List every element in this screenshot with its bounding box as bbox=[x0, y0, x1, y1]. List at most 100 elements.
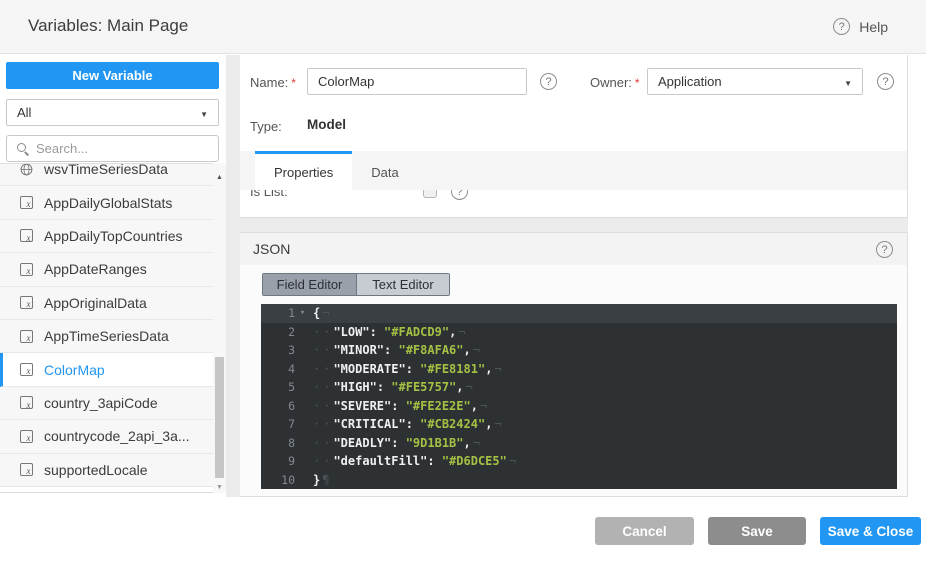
type-label: Type: bbox=[250, 119, 282, 134]
fold-gutter bbox=[295, 323, 310, 342]
sidebar-item-label: wsvTimeSeriesData bbox=[44, 163, 168, 177]
variable-icon bbox=[20, 463, 33, 476]
variable-icon bbox=[20, 196, 33, 209]
help-circle-icon bbox=[833, 18, 850, 35]
save-and-close-button[interactable]: Save & Close bbox=[820, 517, 921, 545]
variable-icon bbox=[20, 363, 33, 376]
owner-help-icon[interactable] bbox=[877, 73, 894, 90]
variable-icon bbox=[20, 296, 33, 309]
sidebar-item-label: AppDailyGlobalStats bbox=[44, 195, 172, 211]
scroll-up-icon[interactable] bbox=[213, 171, 226, 183]
search-input[interactable] bbox=[36, 141, 212, 156]
json-section: JSON Field Editor Text Editor 1{2··"LOW"… bbox=[240, 232, 908, 497]
variable-form-card: Name:* Owner:* Application Type: Model P… bbox=[240, 55, 908, 218]
json-section-title: JSON bbox=[253, 241, 290, 257]
is-list-label: Is List: bbox=[250, 190, 288, 199]
json-section-header: JSON bbox=[240, 233, 907, 265]
cancel-button[interactable]: Cancel bbox=[595, 517, 694, 545]
filter-dropdown-value: All bbox=[17, 105, 31, 120]
chevron-down-icon bbox=[200, 105, 208, 120]
code-line: 1{ bbox=[261, 304, 897, 323]
search-icon bbox=[16, 142, 29, 155]
list-scrollbar[interactable] bbox=[213, 163, 226, 493]
fold-gutter bbox=[295, 360, 310, 379]
code-line: 9··"defaultFill": "#D6DCE5" bbox=[261, 452, 897, 471]
sidebar-item[interactable]: country_3apiCode bbox=[0, 387, 226, 420]
text-editor-button[interactable]: Text Editor bbox=[356, 274, 449, 295]
owner-label: Owner:* bbox=[590, 75, 640, 90]
name-help-icon[interactable] bbox=[540, 73, 557, 90]
is-list-help-icon[interactable] bbox=[451, 190, 468, 200]
sidebar-item[interactable]: AppDateRanges bbox=[0, 253, 226, 286]
code-line: 6··"SEVERE": "#FE2E2E", bbox=[261, 397, 897, 416]
sidebar-item[interactable]: AppDailyTopCountries bbox=[0, 220, 226, 253]
editor-mode-toggle: Field Editor Text Editor bbox=[262, 273, 450, 296]
name-input[interactable] bbox=[307, 68, 527, 95]
tab-properties[interactable]: Properties bbox=[255, 151, 352, 190]
json-code-editor[interactable]: 1{2··"LOW": "#FADCD9",3··"MINOR": "#F8AF… bbox=[261, 304, 897, 489]
search-box[interactable] bbox=[6, 135, 219, 162]
sidebar-item-label: AppTimeSeriesData bbox=[44, 328, 169, 344]
variable-icon bbox=[20, 396, 33, 409]
variable-icon bbox=[20, 229, 33, 242]
panel-gap-horizontal bbox=[240, 218, 908, 232]
sidebar-item-label: country_3apiCode bbox=[44, 395, 158, 411]
code-line: 5··"HIGH": "#FE5757", bbox=[261, 378, 897, 397]
fold-caret-icon[interactable] bbox=[295, 304, 310, 323]
sidebar-item[interactable]: AppOriginalData bbox=[0, 287, 226, 320]
new-variable-button[interactable]: New Variable bbox=[6, 62, 219, 89]
sidebar-item-label: AppDailyTopCountries bbox=[44, 228, 183, 244]
owner-dropdown[interactable]: Application bbox=[647, 68, 863, 95]
code-line: 4··"MODERATE": "#FE8181", bbox=[261, 360, 897, 379]
code-line: 2··"LOW": "#FADCD9", bbox=[261, 323, 897, 342]
help-link[interactable]: Help bbox=[833, 18, 888, 35]
sidebar-item[interactable]: AppTimeSeriesData bbox=[0, 320, 226, 353]
variable-icon bbox=[20, 263, 33, 276]
is-list-checkbox[interactable] bbox=[423, 190, 437, 198]
fold-gutter bbox=[295, 415, 310, 434]
globe-icon bbox=[20, 163, 33, 176]
tab-data[interactable]: Data bbox=[352, 151, 417, 190]
sidebar-item[interactable]: countrycode_2api_3a... bbox=[0, 420, 226, 453]
owner-dropdown-value: Application bbox=[658, 74, 722, 89]
scroll-down-icon[interactable] bbox=[213, 481, 226, 493]
help-label: Help bbox=[859, 19, 888, 35]
json-help-icon[interactable] bbox=[876, 241, 893, 258]
page-title: Variables: Main Page bbox=[28, 16, 188, 36]
sidebar-item[interactable]: AppDailyGlobalStats bbox=[0, 186, 226, 219]
code-line: 8··"DEADLY": "9D1B1B", bbox=[261, 434, 897, 453]
required-marker: * bbox=[291, 76, 296, 90]
variables-list: wsvTimeSeriesData AppDailyGlobalStats AppD… bbox=[0, 163, 226, 493]
name-label: Name:* bbox=[250, 75, 296, 90]
fold-gutter bbox=[295, 397, 310, 416]
field-editor-button[interactable]: Field Editor bbox=[263, 274, 356, 295]
chevron-down-icon bbox=[844, 74, 852, 89]
type-value: Model bbox=[307, 117, 346, 132]
filter-dropdown[interactable]: All bbox=[6, 99, 219, 126]
is-list-row: Is List: bbox=[240, 190, 907, 217]
variables-sidebar: New Variable All wsvTimeSeriesData AppDai… bbox=[0, 55, 226, 493]
fold-gutter bbox=[295, 378, 310, 397]
tab-strip: Properties Data bbox=[240, 151, 907, 190]
save-button[interactable]: Save bbox=[708, 517, 806, 545]
header-bar: Variables: Main Page Help bbox=[0, 0, 926, 54]
variables-dialog: Variables: Main Page Help New Variable A… bbox=[0, 0, 926, 562]
scrollbar-thumb[interactable] bbox=[215, 357, 224, 478]
sidebar-item-label: countrycode_2api_3a... bbox=[44, 428, 190, 444]
sidebar-item-label: AppOriginalData bbox=[44, 295, 147, 311]
required-marker: * bbox=[635, 76, 640, 90]
sidebar-item[interactable]: ColorMap bbox=[0, 353, 226, 386]
fold-gutter bbox=[295, 434, 310, 453]
sidebar-item-label: ColorMap bbox=[44, 362, 105, 378]
code-line: 3··"MINOR": "#F8AFA6", bbox=[261, 341, 897, 360]
panel-gap-vertical bbox=[226, 55, 240, 497]
name-owner-row: Name:* Owner:* Application bbox=[240, 68, 907, 95]
sidebar-item[interactable]: wsvTimeSeriesData bbox=[0, 163, 226, 186]
type-row: Type: Model bbox=[240, 117, 907, 135]
sidebar-item-label: supportedLocale bbox=[44, 462, 148, 478]
sidebar-item-label: AppDateRanges bbox=[44, 261, 147, 277]
sidebar-item[interactable]: supportedLocale bbox=[0, 454, 226, 487]
fold-gutter bbox=[295, 471, 310, 490]
variable-icon bbox=[20, 430, 33, 443]
fold-gutter bbox=[295, 452, 310, 471]
